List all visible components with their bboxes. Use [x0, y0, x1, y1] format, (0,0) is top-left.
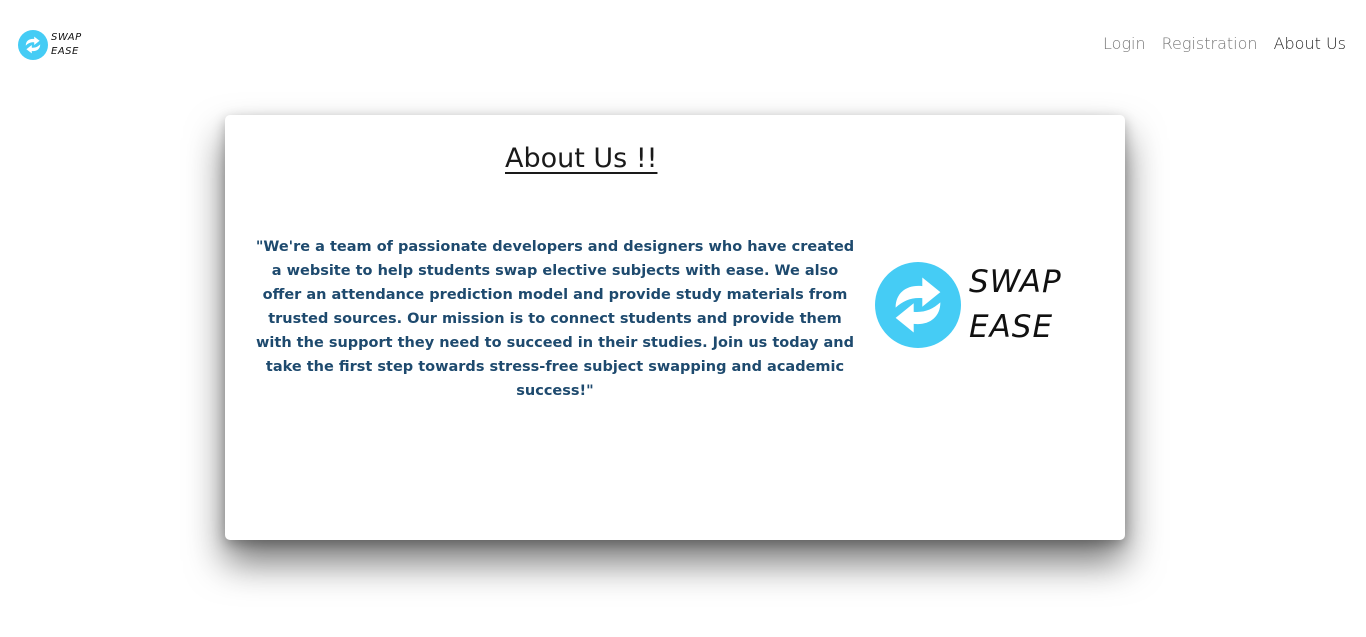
about-description: "We're a team of passionate developers a…	[255, 239, 855, 399]
nav-login-link[interactable]: Login	[1103, 34, 1146, 53]
card-logo-line2: EASE	[969, 309, 1054, 345]
header-logo-line1: SWAP	[51, 32, 82, 43]
page: SWAP EASE Login Registration About Us Ab…	[0, 0, 1366, 637]
card-logo-line1: SWAP	[969, 264, 1062, 300]
card-logo-text: SWAP EASE	[969, 260, 1062, 350]
header-logo[interactable]: SWAP EASE	[18, 30, 82, 60]
header-logo-text: SWAP EASE	[51, 31, 82, 59]
page-title: About Us !!	[505, 143, 658, 174]
header-logo-line2: EASE	[51, 46, 79, 57]
swap-arrows-icon	[875, 262, 961, 348]
nav-registration-link[interactable]: Registration	[1162, 34, 1258, 53]
about-card: About Us !! "We're a team of passionate …	[225, 115, 1125, 540]
swap-arrows-icon	[18, 30, 48, 60]
nav-about-us-link[interactable]: About Us	[1274, 34, 1346, 53]
card-logo: SWAP EASE	[875, 260, 1062, 350]
top-nav: Login Registration About Us	[1103, 34, 1346, 53]
